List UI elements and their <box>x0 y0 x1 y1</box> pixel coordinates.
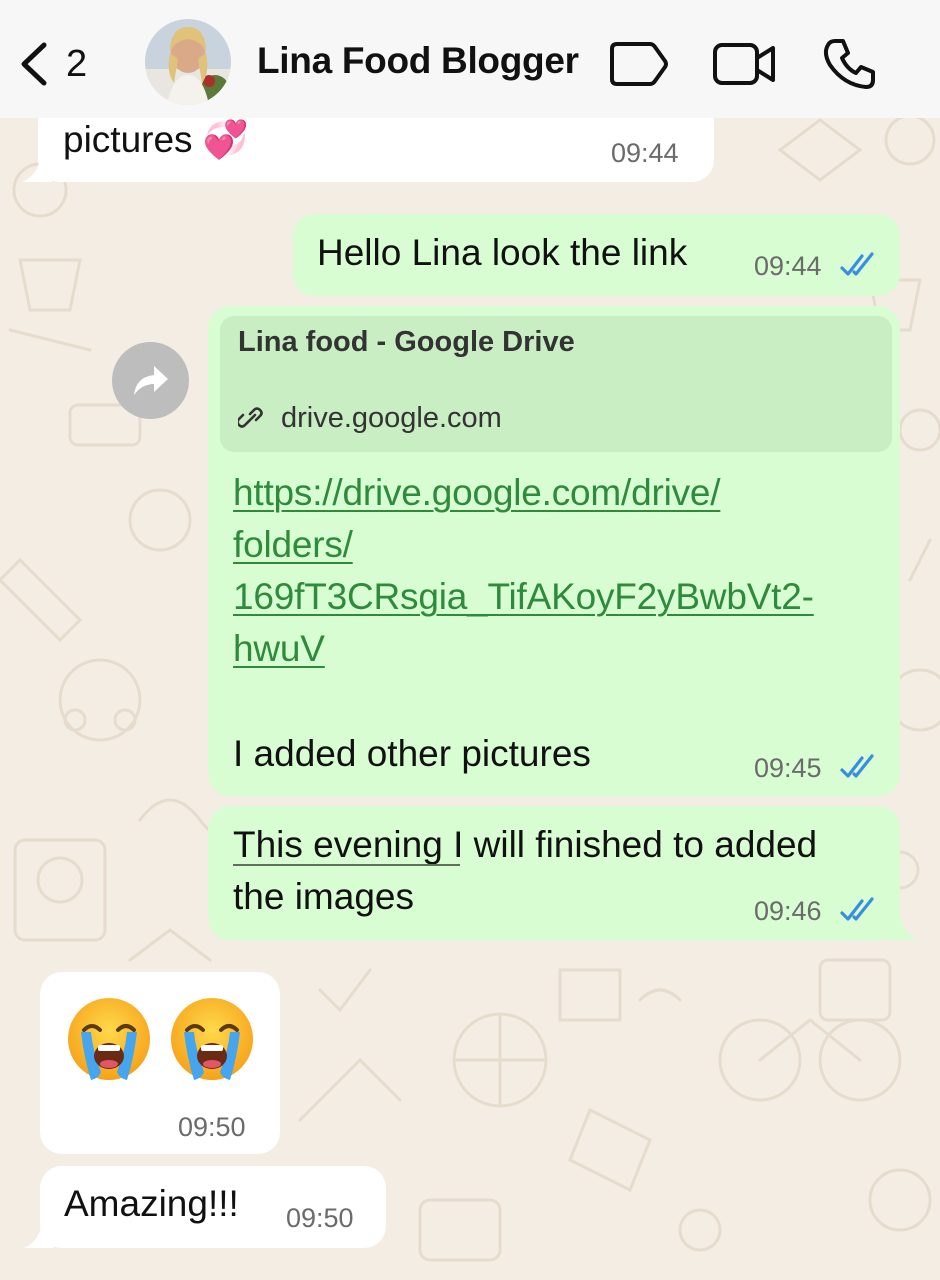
chevron-left-icon <box>21 42 47 86</box>
read-receipt-icon <box>840 252 874 276</box>
read-receipt-icon <box>840 754 874 778</box>
message-link[interactable]: hwuV <box>233 628 325 670</box>
message-text-line: This evening I will finished to added <box>233 824 818 865</box>
loudly-crying-face-emoji <box>68 998 150 1080</box>
message-text-line: the images <box>233 876 414 917</box>
message-time: 09:50 <box>178 1112 246 1142</box>
tag-icon <box>610 42 668 86</box>
text-underline <box>233 864 460 866</box>
message-time: 09:44 <box>754 251 822 281</box>
message-link[interactable]: 169fT3CRsgia_TifAKoyF2yBwbVt2- <box>233 576 814 618</box>
message-link[interactable]: https://drive.google.com/drive/ <box>233 472 721 514</box>
video-call-button[interactable] <box>710 34 780 94</box>
forward-button[interactable] <box>112 342 189 419</box>
unread-count: 2 <box>66 42 88 85</box>
message-time: 09:45 <box>754 753 822 783</box>
link-preview-domain: drive.google.com <box>281 402 502 434</box>
message-text: Hello Lina look the link <box>317 232 688 273</box>
message-time: 09:44 <box>611 138 679 168</box>
message-text: I added other pictures <box>233 733 591 774</box>
voice-call-button[interactable] <box>820 34 880 94</box>
link-preview-title: Lina food - Google Drive <box>238 326 575 358</box>
message-text: Amazing!!! <box>64 1183 239 1224</box>
message-time: 09:46 <box>754 896 822 926</box>
read-receipt-icon <box>840 897 874 921</box>
link-icon <box>238 407 263 428</box>
avatar-image <box>145 19 231 105</box>
bubble-tail <box>22 160 52 182</box>
message-link[interactable]: folders/ <box>233 524 353 566</box>
phone-icon <box>823 39 875 89</box>
label-button[interactable] <box>606 34 670 94</box>
forward-arrow-icon <box>133 365 168 395</box>
bubble-tail <box>888 916 918 940</box>
contact-name[interactable]: Lina Food Blogger <box>257 40 579 82</box>
video-camera-icon <box>713 43 775 85</box>
avatar[interactable] <box>145 19 231 105</box>
bubble-tail <box>24 1224 54 1248</box>
back-button[interactable]: 2 <box>16 36 106 92</box>
message-time: 09:50 <box>286 1203 354 1233</box>
chat-header: 2 Lina Food Blogger <box>0 0 940 118</box>
message-text: pictures 💞 <box>63 119 249 160</box>
loudly-crying-face-emoji <box>171 998 253 1080</box>
